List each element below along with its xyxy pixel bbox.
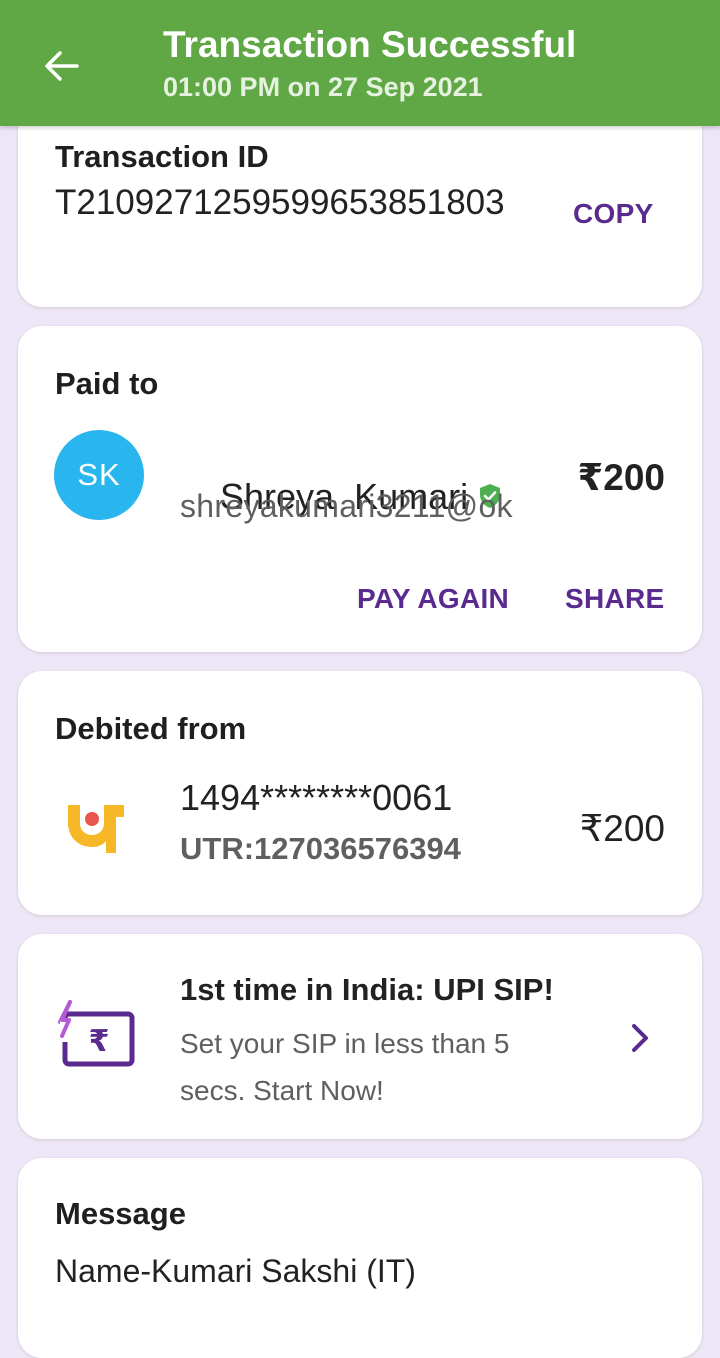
promo-title: 1st time in India: UPI SIP! (180, 972, 554, 1007)
promo-description: Set your SIP in less than 5 secs. Start … (180, 1028, 510, 1106)
page-title: Transaction Successful (163, 24, 577, 65)
transaction-datetime: 01:00 PM on 27 Sep 2021 (163, 72, 483, 102)
chevron-right-icon[interactable] (626, 1020, 654, 1056)
debited-from-label: Debited from (55, 711, 247, 746)
upi-sip-icon: ₹ (58, 1000, 135, 1067)
debited-amount: ₹200 (579, 808, 665, 849)
avatar-initials: SK (77, 457, 121, 492)
paid-to-label: Paid to (55, 366, 159, 401)
message-label: Message (55, 1196, 186, 1231)
account-number: 1494********0061 (180, 777, 453, 818)
transaction-id-label: Transaction ID (55, 139, 269, 174)
utr-number: UTR:127036576394 (180, 831, 461, 866)
share-button[interactable]: SHARE (565, 583, 665, 615)
avatar: SK (54, 430, 144, 520)
pay-again-button[interactable]: PAY AGAIN (357, 583, 509, 615)
copy-button[interactable]: COPY (573, 198, 654, 230)
payee-upi-id: shreyakumari3211@ok (180, 488, 513, 524)
upi-sip-promo-card[interactable]: ₹ 1st time in India: UPI SIP! Set your S… (18, 934, 702, 1139)
back-arrow-icon (45, 51, 79, 81)
message-card: Message Name-Kumari Sakshi (IT) (18, 1158, 702, 1358)
svg-text:₹: ₹ (89, 1024, 110, 1059)
paid-to-card: Paid to SK Shreya Kumari shreyakumari321… (18, 326, 702, 652)
transaction-id-value: T2109271259599653851803 (55, 183, 505, 222)
message-text: Name-Kumari Sakshi (IT) (55, 1253, 416, 1289)
back-button[interactable] (36, 40, 88, 92)
bank-logo-icon (68, 805, 124, 853)
transaction-id-card: Transaction ID T2109271259599653851803 C… (18, 96, 702, 307)
top-app-bar: Transaction Successful 01:00 PM on 27 Se… (0, 0, 720, 126)
debited-from-card: Debited from 1494********0061 UTR:127036… (18, 671, 702, 915)
paid-amount: ₹200 (577, 457, 665, 498)
